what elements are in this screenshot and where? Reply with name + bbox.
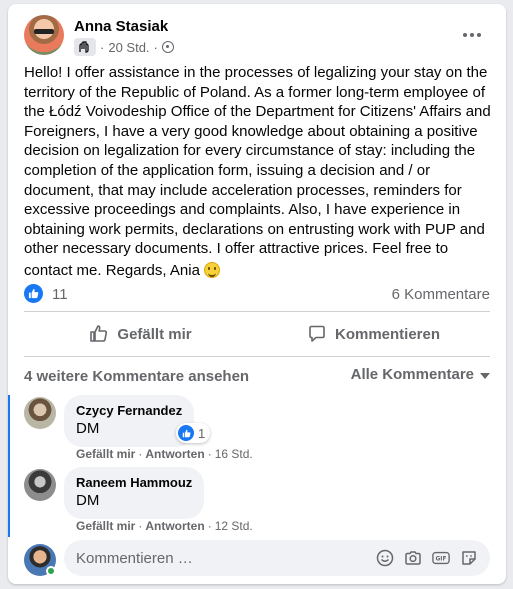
comment-filter-dropdown[interactable]: Alle Kommentare — [351, 366, 490, 383]
more-horizontal-icon[interactable] — [458, 21, 486, 49]
comment-time[interactable]: 16 Std. — [215, 447, 253, 461]
comment-button-label: Kommentieren — [334, 325, 441, 343]
post-meta: · 20 Std. · — [74, 38, 174, 56]
comment-filter-label: Alle Kommentare — [350, 366, 474, 383]
comment-time[interactable]: 12 Std. — [215, 519, 253, 533]
post-header: Anna Stasiak · 20 Std. · — [24, 15, 494, 59]
post-body: Hello! I offer assistance in the process… — [24, 64, 491, 279]
comment-reaction-badge[interactable]: 1 — [176, 423, 211, 443]
like-button[interactable]: Gefällt mir — [24, 317, 257, 351]
thumbs-up-icon — [90, 325, 108, 342]
online-status-icon — [46, 566, 56, 576]
comment-text: DM — [76, 420, 100, 437]
comment-bubble: Czycy Fernandez DM — [64, 395, 195, 447]
post-text: Hello! I offer assistance in the process… — [24, 63, 494, 281]
comment-meta: Gefällt mir · Antworten · 12 Std. — [76, 519, 253, 533]
svg-text:GIF: GIF — [436, 557, 447, 563]
like-reaction-icon[interactable] — [24, 284, 43, 303]
group-badge-icon[interactable] — [74, 38, 96, 56]
like-button-label: Gefällt mir — [117, 325, 192, 343]
like-reaction-icon — [178, 425, 194, 441]
comment-icon — [309, 325, 325, 342]
commenter-name[interactable]: Czycy Fernandez — [76, 403, 182, 419]
post-actions: Gefällt mir Kommentieren — [24, 317, 490, 351]
like-count[interactable]: 11 — [52, 286, 68, 303]
comment-item: Czycy Fernandez DM 1 Gefällt mir · Antwort… — [24, 395, 490, 461]
post-stats: 11 6 Kommentare — [24, 284, 490, 306]
commenter-avatar[interactable] — [24, 397, 56, 429]
author-avatar[interactable] — [24, 15, 64, 55]
caret-down-icon — [480, 372, 490, 379]
emoji-icon[interactable] — [376, 549, 394, 567]
author-name[interactable]: Anna Stasiak — [74, 18, 168, 35]
smile-emoji-icon — [204, 261, 221, 278]
comment-input[interactable] — [76, 549, 376, 567]
view-more-comments-link[interactable]: 4 weitere Kommentare ansehen — [24, 368, 249, 385]
commenter-avatar[interactable] — [24, 469, 56, 501]
gif-icon[interactable]: GIF — [432, 549, 450, 567]
meta-separator: · — [100, 39, 105, 55]
comment-like-link[interactable]: Gefällt mir — [76, 447, 135, 461]
comment-bubble: Raneem Hammouz DM — [64, 467, 205, 519]
post-time[interactable]: 20 Std. — [108, 40, 149, 55]
composer-tools: GIF — [376, 549, 478, 567]
comment-thread-line — [8, 395, 10, 537]
divider — [24, 311, 490, 312]
comment-count[interactable]: 6 Kommentare — [392, 286, 490, 303]
divider — [24, 356, 490, 357]
meta-separator: · — [207, 447, 212, 461]
reply-box: GIF — [24, 540, 490, 576]
comment-like-link[interactable]: Gefällt mir — [76, 519, 135, 533]
comment-composer[interactable]: GIF — [64, 540, 490, 576]
meta-separator: · — [153, 39, 158, 55]
meta-separator: · — [138, 447, 143, 461]
reaction-count: 1 — [198, 425, 206, 441]
comment-button[interactable]: Kommentieren — [257, 317, 490, 351]
camera-icon[interactable] — [404, 549, 422, 567]
commenter-name[interactable]: Raneem Hammouz — [76, 475, 192, 491]
comment-reply-link[interactable]: Antworten — [145, 519, 204, 533]
meta-separator: · — [207, 519, 212, 533]
sticker-icon[interactable] — [460, 549, 478, 567]
comment-reply-link[interactable]: Antworten — [145, 447, 204, 461]
comment-item: Raneem Hammouz DM Gefällt mir · Antworten ·… — [24, 467, 490, 533]
audience-globe-icon[interactable] — [161, 41, 174, 53]
post-card: Anna Stasiak · 20 Std. · Hello! I offer … — [8, 4, 506, 584]
meta-separator: · — [138, 519, 143, 533]
comment-meta: Gefällt mir · Antworten · 16 Std. — [76, 447, 253, 461]
comment-text: DM — [76, 492, 100, 509]
